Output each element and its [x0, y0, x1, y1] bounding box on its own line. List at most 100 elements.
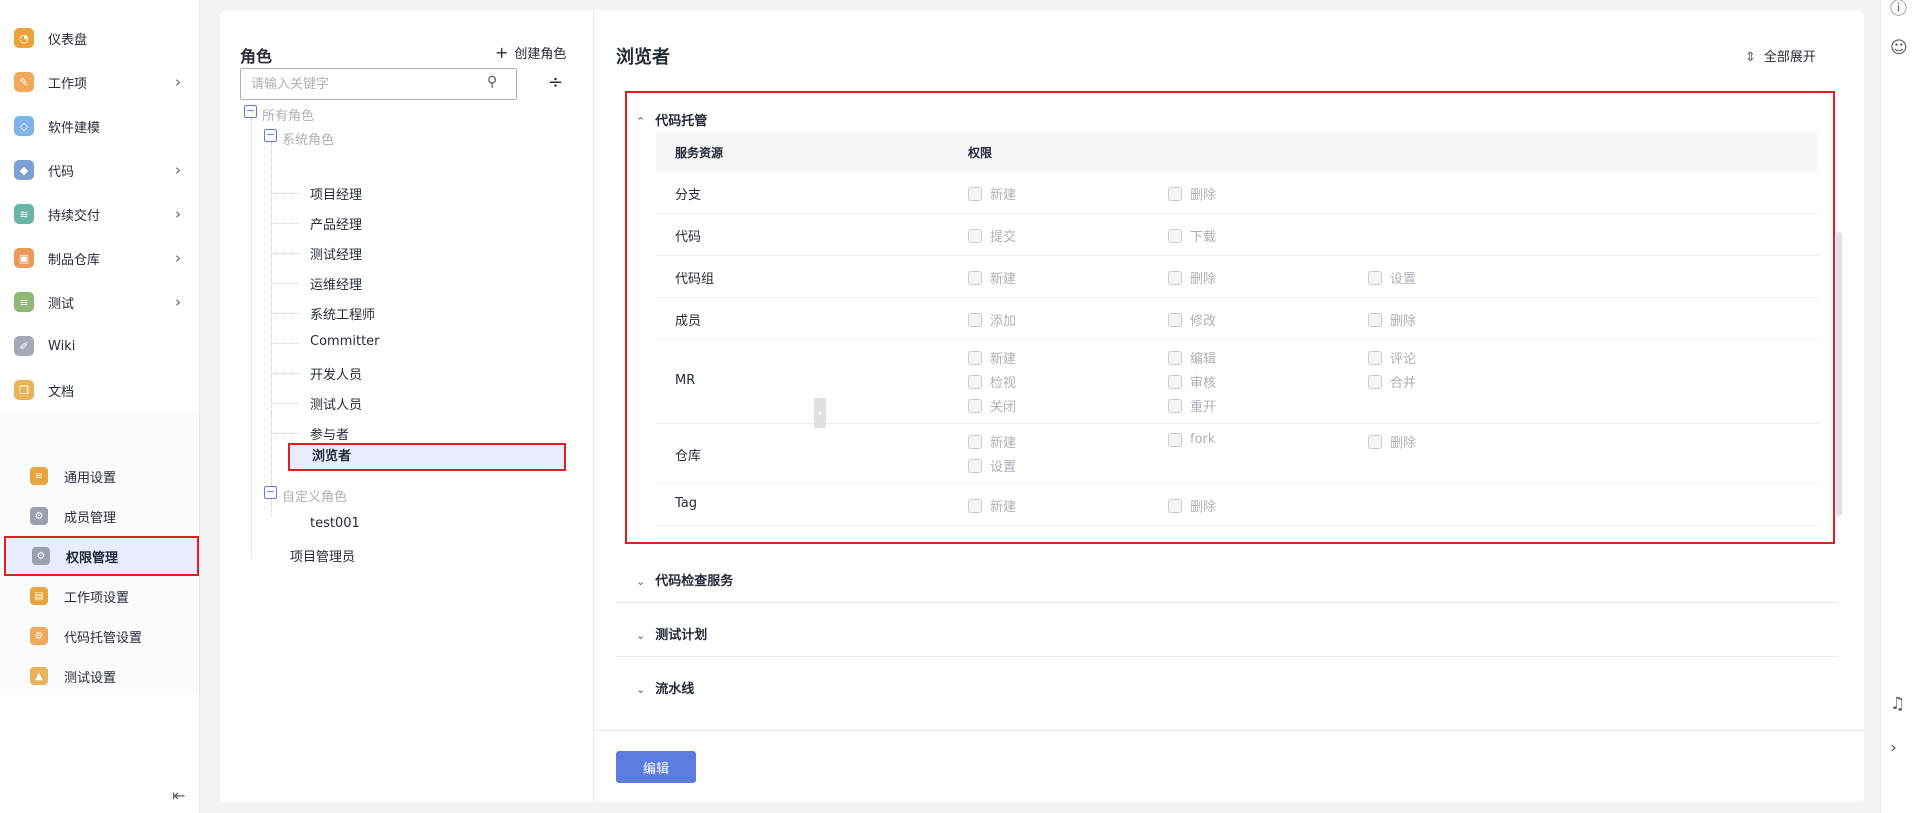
tree-node-selected-role[interactable]: 浏览者	[288, 443, 566, 471]
tree-node-role[interactable]: 项目经理	[310, 184, 362, 203]
tree-collapse-icon[interactable]: −	[244, 105, 257, 118]
chevron-down-icon: ⌄	[636, 683, 646, 696]
sort-icon[interactable]: ÷	[548, 72, 563, 93]
tree-node-role[interactable]: 产品经理	[310, 214, 362, 233]
permission-label: 审核	[1190, 376, 1217, 391]
nav-item[interactable]: ▣ 制品仓库 ›	[0, 236, 199, 280]
tree-node-role[interactable]: 系统工程师	[310, 304, 375, 323]
settings-sub-item[interactable]: ⚙ 代码托管设置	[0, 616, 199, 656]
search-icon[interactable]: ⚲	[487, 74, 497, 90]
permission-checkbox[interactable]: 编辑	[1168, 348, 1216, 367]
workitem-settings-icon: ▤	[30, 587, 48, 605]
edit-button[interactable]: 编辑	[616, 751, 696, 783]
permission-checkbox[interactable]: 删除	[1168, 184, 1216, 203]
permission-label: 删除	[1190, 188, 1217, 203]
resource-name: 成员	[675, 314, 702, 329]
permission-checkbox[interactable]: 新建	[968, 348, 1016, 367]
permission-checkbox[interactable]: 新建	[968, 184, 1016, 203]
permission-checkbox[interactable]: 设置	[968, 456, 1016, 475]
tree-node-role[interactable]: 测试经理	[310, 244, 362, 263]
checkbox-box	[1368, 350, 1382, 365]
plus-icon: +	[495, 43, 509, 62]
tree-node-role[interactable]: 参与者	[310, 424, 349, 443]
permission-checkbox[interactable]: 新建	[968, 432, 1016, 451]
permission-checkbox[interactable]: 合并	[1368, 372, 1416, 391]
permission-label: 新建	[990, 272, 1017, 287]
permission-checkbox[interactable]: 下载	[1168, 226, 1216, 245]
chevron-down-icon: ⌄	[636, 629, 646, 642]
settings-sub-item[interactable]: ≡ 通用设置	[0, 456, 199, 496]
nav-item-label: 软件建模	[48, 120, 101, 136]
permission-checkbox[interactable]: 提交	[968, 226, 1016, 245]
section-label: 测试计划	[655, 628, 708, 643]
permission-checkbox[interactable]: 删除	[1168, 268, 1216, 287]
section-divider	[616, 656, 1838, 657]
permission-checkbox[interactable]: 删除	[1368, 310, 1416, 329]
settings-sub-item[interactable]: ▲ 测试设置	[0, 656, 199, 696]
help-icon[interactable]: ⓘ	[1890, 0, 1907, 19]
chevron-up-icon: ⌃	[636, 115, 646, 128]
expand-all-icon: ⇕	[1745, 50, 1756, 65]
tree-node-custom-role[interactable]: test001	[310, 516, 360, 531]
tree-collapse-icon[interactable]: −	[264, 486, 277, 499]
section-label: 代码托管	[655, 114, 708, 129]
nav-collapse-icon[interactable]: ⇤	[172, 786, 185, 805]
tree-node-role[interactable]: Committer	[310, 334, 380, 349]
tree-node-role[interactable]: 开发人员	[310, 364, 362, 383]
scrollbar[interactable]	[1836, 232, 1842, 516]
headset-icon[interactable]: ♫	[1890, 694, 1905, 714]
tree-node-system-roles[interactable]: 系统角色	[282, 129, 334, 148]
section-pipeline-header[interactable]: ⌄ 流水线	[636, 678, 694, 697]
settings-sub-item[interactable]: ⚙ 权限管理	[4, 536, 199, 576]
permission-label: 提交	[990, 230, 1017, 245]
permission-checkbox[interactable]: 新建	[968, 268, 1016, 287]
permission-checkbox[interactable]: 修改	[1168, 310, 1216, 329]
section-label: 流水线	[655, 682, 695, 697]
permission-checkbox[interactable]: 评论	[1368, 348, 1416, 367]
tree-node-role[interactable]: 运维经理	[310, 274, 362, 293]
tree-node-project-admin[interactable]: 项目管理员	[290, 546, 355, 565]
permission-checkbox[interactable]: 审核	[1168, 372, 1216, 391]
permission-label: 编辑	[1190, 352, 1217, 367]
permission-label: 删除	[1190, 500, 1217, 515]
permission-checkbox[interactable]: 检视	[968, 372, 1016, 391]
permission-checkbox[interactable]: 删除	[1168, 496, 1216, 515]
nav-item[interactable]: ◇ 软件建模	[0, 104, 199, 148]
nav-item[interactable]: ◔ 仪表盘	[0, 16, 199, 60]
settings-sub-item[interactable]: ▤ 工作项设置	[0, 576, 199, 616]
nav-item[interactable]: ✎ 工作项 ›	[0, 60, 199, 104]
permission-label: 新建	[990, 188, 1017, 203]
nav-item[interactable]: ◆ 代码 ›	[0, 148, 199, 192]
permission-label: 评论	[1390, 352, 1417, 367]
permission-checkbox[interactable]: fork	[1168, 432, 1215, 447]
chevron-right-icon[interactable]: ›	[1890, 738, 1897, 758]
tree-node-all-roles[interactable]: 所有角色	[262, 105, 314, 124]
permission-checkbox[interactable]: 添加	[968, 310, 1016, 329]
permission-label: 下载	[1190, 230, 1217, 245]
permission-checkbox[interactable]: 新建	[968, 496, 1016, 515]
permission-checkbox[interactable]: 重开	[1168, 396, 1216, 415]
permission-checkbox[interactable]: 关闭	[968, 396, 1016, 415]
modeling-icon: ◇	[14, 116, 34, 136]
tree-node-custom-roles[interactable]: 自定义角色	[282, 486, 347, 505]
permission-checkbox[interactable]: 设置	[1368, 268, 1416, 287]
section-test-plan-header[interactable]: ⌄ 测试计划	[636, 624, 707, 643]
tree-collapse-icon[interactable]: −	[264, 129, 277, 142]
nav-item[interactable]: ✐ Wiki	[0, 324, 199, 368]
nav-item[interactable]: ❐ 文档	[0, 368, 199, 412]
role-search-input[interactable]	[240, 68, 517, 100]
tree-node-role[interactable]: 测试人员	[310, 394, 362, 413]
panel-collapse-handle[interactable]: ‹	[814, 398, 826, 428]
footer-bar: 编辑	[594, 730, 1864, 802]
section-code-check-header[interactable]: ⌄ 代码检查服务	[636, 570, 733, 589]
feedback-smile-icon[interactable]: ☺	[1890, 38, 1908, 58]
wiki-icon: ✐	[14, 336, 34, 356]
create-role-button[interactable]: + 创建角色	[495, 43, 566, 62]
settings-sub-item[interactable]: ⚙ 成员管理	[0, 496, 199, 536]
nav-item[interactable]: ≋ 持续交付 ›	[0, 192, 199, 236]
section-code-hosting-header[interactable]: ⌃ 代码托管	[636, 110, 707, 129]
expand-all-button[interactable]: ⇕ 全部展开	[1745, 46, 1816, 65]
permission-checkbox[interactable]: 删除	[1368, 432, 1416, 451]
role-panel: 角色 + 创建角色 ⚲ ÷ − 所有角色 − 系统角色 项目经理产品经理测试经理运…	[220, 10, 594, 802]
nav-item[interactable]: ≡ 测试 ›	[0, 280, 199, 324]
